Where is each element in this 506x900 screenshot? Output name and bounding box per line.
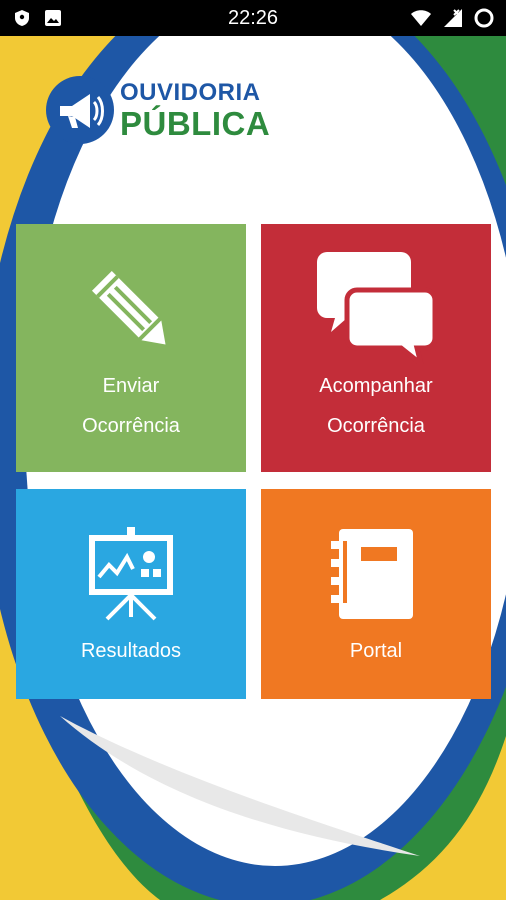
presentation-chart-icon <box>89 527 173 621</box>
resultados-tile[interactable]: Resultados <box>16 489 246 699</box>
portal-tile[interactable]: Portal <box>261 489 491 699</box>
enviar-label-line1: Enviar <box>102 375 160 397</box>
battery-icon <box>474 8 494 28</box>
logo-line1: OUVIDORIA <box>120 79 261 106</box>
notebook-icon <box>331 529 413 619</box>
wifi-icon <box>411 10 431 26</box>
app-logo: OUVIDORIA PÚBLICA <box>46 76 270 144</box>
megaphone-icon <box>46 76 114 144</box>
signal-icon <box>444 9 462 27</box>
portal-label: Portal <box>349 640 403 662</box>
acompanhar-ocorrencia-tile[interactable]: Acompanhar Ocorrência <box>261 224 491 472</box>
logo-line2: PÚBLICA <box>120 105 271 142</box>
enviar-label-line2: Ocorrência <box>82 415 180 437</box>
pencil-icon <box>91 270 166 345</box>
enviar-ocorrencia-tile[interactable]: Enviar Ocorrência <box>16 224 246 472</box>
acompanhar-label-line2: Ocorrência <box>327 415 425 437</box>
acompanhar-label-line1: Acompanhar <box>319 375 433 397</box>
chat-bubbles-icon <box>317 252 437 364</box>
status-bar: 22:26 <box>0 0 506 36</box>
status-right-icons <box>410 7 494 29</box>
resultados-label: Resultados <box>80 640 182 662</box>
